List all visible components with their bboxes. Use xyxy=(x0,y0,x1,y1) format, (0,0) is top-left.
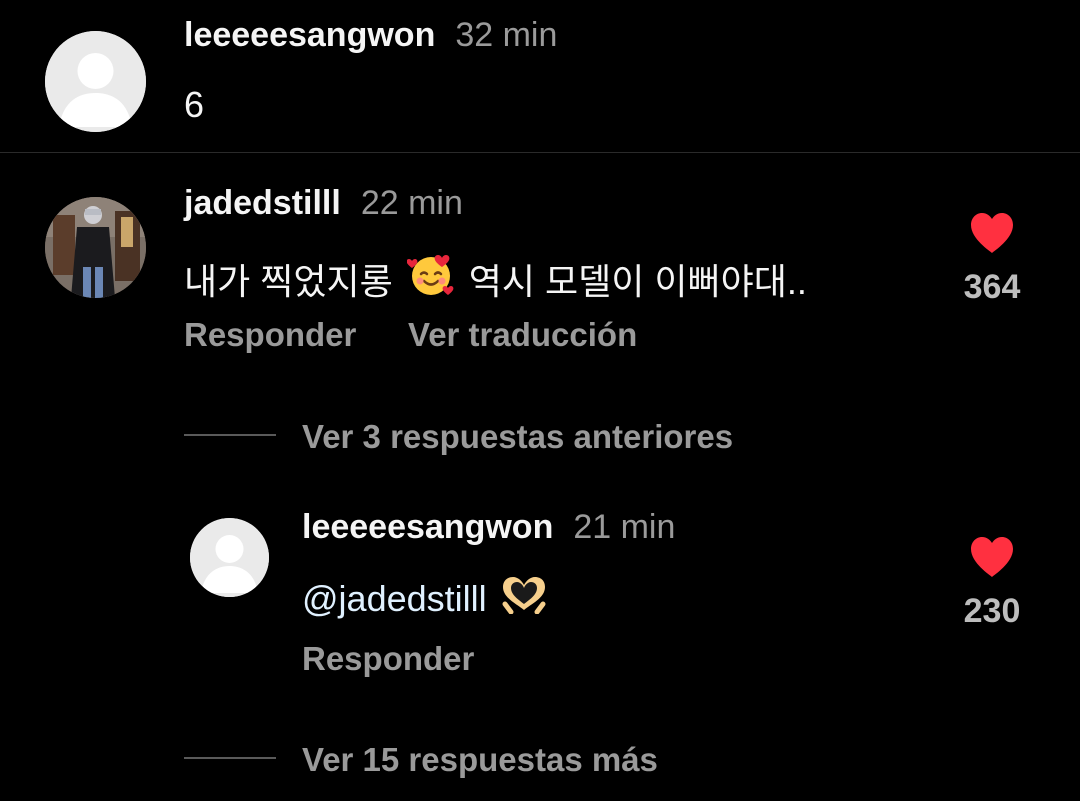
reply-header: leeeeesangwon 21 min xyxy=(302,508,675,547)
view-more-replies-button[interactable]: Ver 15 respuestas más xyxy=(302,741,658,779)
mention-link[interactable]: @jadedstilll xyxy=(302,578,487,620)
reply-username[interactable]: leeeeesangwon xyxy=(302,508,553,547)
reply-button[interactable]: Responder xyxy=(302,640,474,678)
avatar-jadedstilll[interactable] xyxy=(45,197,146,298)
comment-timestamp: 22 min xyxy=(360,184,463,222)
view-previous-replies-button[interactable]: Ver 3 respuestas anteriores xyxy=(302,418,733,456)
avatar-default[interactable] xyxy=(45,31,146,132)
replies-line xyxy=(184,434,276,436)
comment-text-part: 내가 찍었지롱 xyxy=(184,260,393,302)
replies-line xyxy=(184,757,276,759)
comment-timestamp: 32 min xyxy=(455,16,558,54)
heart-hands-icon xyxy=(499,574,549,623)
comment-username[interactable]: leeeeesangwon xyxy=(184,16,435,55)
smiling-face-with-hearts-icon xyxy=(406,250,455,307)
reply-timestamp: 21 min xyxy=(573,508,676,546)
comment-text-part: 역시 모델이 이뻐야대.. xyxy=(468,260,807,302)
like-button[interactable] xyxy=(969,536,1015,583)
heart-icon xyxy=(971,213,1013,253)
comment-header: leeeeesangwon 32 min xyxy=(184,16,557,55)
reply-button[interactable]: Responder xyxy=(184,316,356,354)
default-avatar-icon xyxy=(45,31,146,132)
see-translation-button[interactable]: Ver traducción xyxy=(408,316,637,354)
reply-text: @jadedstilll xyxy=(302,574,549,623)
comment-header: jadedstilll 22 min xyxy=(184,184,463,223)
avatar-default[interactable] xyxy=(190,518,269,597)
heart-icon xyxy=(971,537,1013,577)
comment-text: 내가 찍었지롱 역시 모델이 이뻐야대.. xyxy=(184,250,807,307)
like-count: 230 xyxy=(963,592,1021,630)
comment-username[interactable]: jadedstilll xyxy=(184,184,341,223)
like-button[interactable] xyxy=(969,212,1015,259)
comment-divider xyxy=(0,152,1080,153)
like-count: 364 xyxy=(963,268,1021,306)
default-avatar-icon xyxy=(190,518,269,597)
comment-text: 6 xyxy=(184,84,205,125)
profile-photo-image xyxy=(45,197,146,298)
